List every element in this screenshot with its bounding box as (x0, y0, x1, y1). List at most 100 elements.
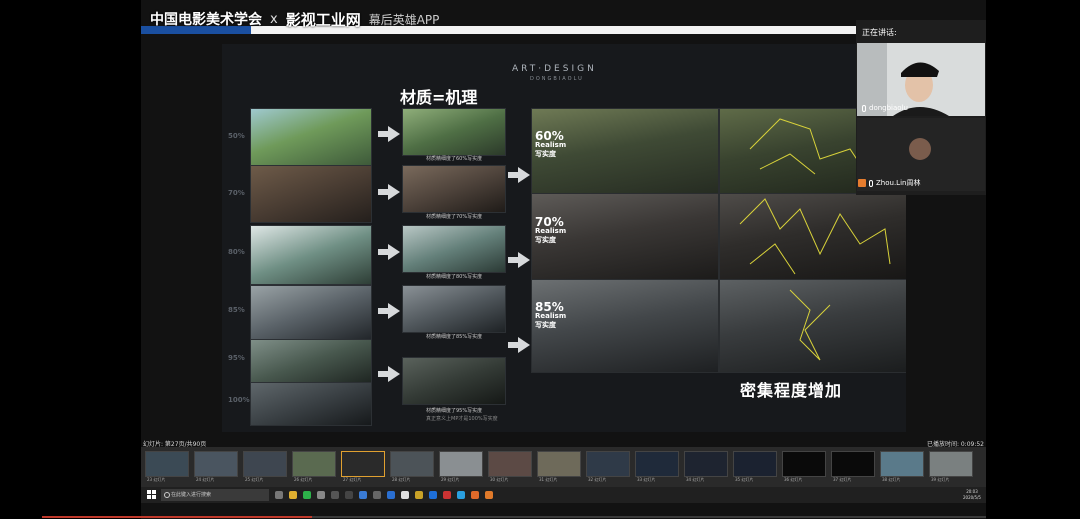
slide-thumbnail[interactable] (880, 451, 924, 477)
slide-subheader: DONGBIAOLU (530, 76, 584, 82)
slide-thumbnail[interactable] (929, 451, 973, 477)
slide-thumbnail-label: 37 幻灯片 (833, 477, 852, 482)
app-icon[interactable] (457, 491, 465, 499)
slide-thumbnail[interactable] (537, 451, 581, 477)
app-icon[interactable] (471, 491, 479, 499)
mid-thumb-3 (402, 225, 506, 273)
left-thumb-2 (250, 165, 372, 223)
slide-thumbnail-label: 35 幻灯片 (735, 477, 754, 482)
slide-thumbnail[interactable] (292, 451, 336, 477)
left-thumb-4 (250, 285, 372, 340)
slide-thumbnail-label: 30 幻灯片 (490, 477, 509, 482)
realism-outline-70 (719, 193, 906, 280)
app-icon[interactable] (415, 491, 423, 499)
windows-start-icon[interactable] (147, 490, 156, 499)
slide-thumbnail-label: 23 幻灯片 (147, 477, 166, 482)
slide-thumbnail-label: 38 幻灯片 (882, 477, 901, 482)
slide-thumbnail[interactable] (341, 451, 385, 477)
slide-thumbnail-label: 25 幻灯片 (245, 477, 264, 482)
user-label-zhoulin: Zhou.Lin周林 (858, 178, 920, 188)
slide-thumbnail-label: 29 幻灯片 (441, 477, 460, 482)
app-icon[interactable] (345, 491, 353, 499)
outline-overlay (739, 198, 891, 275)
caption: 材质精细度了95%写实度 (426, 408, 483, 414)
slide-thumbnail[interactable] (782, 451, 826, 477)
arrow-icon (508, 252, 530, 268)
app-icon[interactable] (429, 491, 437, 499)
mic-icon (862, 104, 866, 112)
avatar (909, 138, 931, 160)
density-label: 密集程度增加 (740, 381, 843, 400)
left-thumb-3 (250, 225, 372, 285)
app-icon[interactable] (331, 491, 339, 499)
slide-thumbnail[interactable] (439, 451, 483, 477)
mid-thumb-5 (402, 357, 506, 405)
slide-thumbnail[interactable] (733, 451, 777, 477)
realism-outline-85 (719, 279, 906, 373)
arrow-icon (378, 126, 400, 142)
app-icon[interactable] (373, 491, 381, 499)
arrow-icon (508, 337, 530, 353)
app-icon[interactable] (485, 491, 493, 499)
realism-label-85: 85% Realism 写实度 (535, 300, 567, 329)
slide-thumbnail-label: 31 幻灯片 (539, 477, 558, 482)
slide-thumbnail[interactable] (145, 451, 189, 477)
separator-x: x (270, 11, 278, 27)
wechat-icon[interactable] (303, 491, 311, 499)
slide-thumbnail-label: 39 幻灯片 (931, 477, 950, 482)
realism-label-70: 70% Realism 写实度 (535, 215, 567, 244)
app-name: 幕后英雄APP (368, 12, 440, 27)
slide-thumbnail-label: 32 幻灯片 (588, 477, 607, 482)
user-icon (858, 179, 866, 187)
strip-info: 幻灯片: 第27页/共90页 已播放时间: 0:09:52 (141, 437, 986, 448)
arrow-icon (378, 303, 400, 319)
speaking-label: 正在讲话: (862, 28, 897, 37)
slide-thumbnail-label: 36 幻灯片 (784, 477, 803, 482)
slide-thumbnail[interactable] (635, 451, 679, 477)
app-icon[interactable] (387, 491, 395, 499)
slide-thumbnail-label: 24 幻灯片 (196, 477, 215, 482)
mid-thumb-4 (402, 285, 506, 333)
mic-icon (869, 179, 873, 187)
slide-thumbnail[interactable] (194, 451, 238, 477)
watermark-banner: 中国电影美术学会 x 影视工业网 幕后英雄APP (150, 8, 439, 30)
left-percent: 95% (228, 354, 245, 362)
clock: 20:03 2020/5/5 (963, 489, 981, 500)
arrow-icon (378, 366, 400, 382)
slide-thumbnail-label: 28 幻灯片 (392, 477, 411, 482)
slide-thumbnail-label: 27 幻灯片 (343, 477, 362, 482)
app-icon[interactable] (359, 491, 367, 499)
left-percent: 100% (228, 396, 250, 404)
app-icon[interactable] (401, 491, 409, 499)
arrow-icon (508, 167, 530, 183)
caption: 材质精细度了60%写实度 (426, 156, 483, 162)
slide-thumbnail[interactable] (390, 451, 434, 477)
slide-thumbnail[interactable] (684, 451, 728, 477)
presentation-slide: ART·DESIGN DONGBIAOLU 材质=机理 50% 70% 80% … (222, 44, 906, 432)
app-icon[interactable] (317, 491, 325, 499)
left-thumb-5 (250, 339, 372, 383)
brand-name: 影视工业网 (285, 10, 361, 29)
taskbar-search-input[interactable]: 在此键入进行搜索 (161, 489, 269, 501)
left-percent: 80% (228, 248, 245, 256)
slide-thumbnail[interactable] (831, 451, 875, 477)
playback-progress-fill (42, 516, 312, 518)
slide-thumbnail-label: 34 幻灯片 (686, 477, 705, 482)
left-percent: 70% (228, 189, 245, 197)
mid-thumb-1 (402, 108, 506, 156)
arrow-icon (378, 184, 400, 200)
folder-icon[interactable] (289, 491, 297, 499)
user-label-dongbiaolu: dongbiaolu (862, 104, 908, 112)
slide-thumbnail[interactable] (488, 451, 532, 477)
slide-thumbnail[interactable] (586, 451, 630, 477)
outline-overlay (789, 289, 831, 361)
caption: 材质精细度了80%写实度 (426, 274, 483, 280)
caption: 材质精细度了85%写实度 (426, 334, 483, 340)
mid-thumb-2 (402, 165, 506, 213)
taskview-icon[interactable] (275, 491, 283, 499)
slide-thumbnail-label: 33 幻灯片 (637, 477, 656, 482)
app-icon[interactable] (443, 491, 451, 499)
left-percent: 50% (228, 132, 245, 140)
arrow-icon (378, 244, 400, 260)
slide-thumbnail[interactable] (243, 451, 287, 477)
